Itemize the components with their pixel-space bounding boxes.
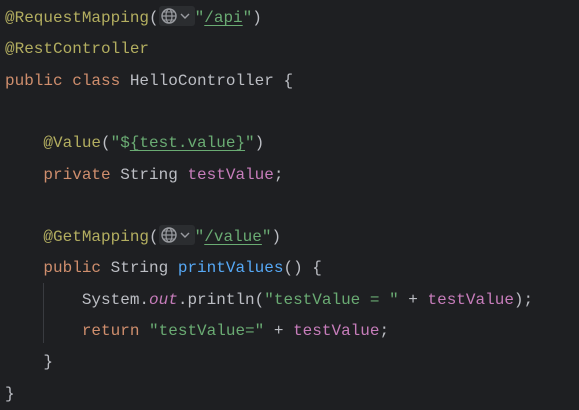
code-line-9: public String printValues() { bbox=[5, 253, 322, 284]
code-line-12: } bbox=[5, 347, 53, 378]
code-line-5: @Value("${test.value}") bbox=[5, 128, 264, 159]
token-plain: String bbox=[120, 165, 188, 184]
token-annotation: @RequestMapping bbox=[5, 9, 150, 27]
token-field: testValue bbox=[293, 322, 380, 340]
token-string: " bbox=[194, 9, 205, 27]
token-plain: ( bbox=[149, 9, 159, 27]
token-url[interactable]: {test.value} bbox=[130, 134, 245, 152]
code-line-6: private String testValue; bbox=[5, 160, 283, 191]
code-line-10: System.out.println("testValue = " + test… bbox=[5, 285, 533, 316]
token-string: "testValue = " bbox=[264, 290, 399, 309]
token-plain: String bbox=[110, 259, 178, 278]
token-string: "$ bbox=[110, 134, 130, 153]
token-field: testValue bbox=[187, 165, 274, 184]
code-line-11: return "testValue=" + testValue; bbox=[5, 316, 389, 347]
token-plain: ; bbox=[273, 165, 284, 184]
code-line-13: } bbox=[5, 379, 15, 410]
code-line-2: @RestController bbox=[5, 34, 149, 65]
token-plain: + bbox=[264, 322, 294, 340]
token-keyword: return bbox=[81, 322, 150, 340]
token-plain: ) bbox=[252, 9, 262, 27]
token-plain: .println( bbox=[177, 290, 265, 309]
token-string: "testValue=" bbox=[149, 322, 265, 340]
token-string: " bbox=[194, 228, 205, 247]
token-plain: } bbox=[5, 384, 15, 403]
token-keyword: private bbox=[43, 165, 121, 184]
token-plain: ) bbox=[254, 134, 265, 153]
token-string: " bbox=[242, 9, 253, 27]
url-inlay-hint-globe-icon[interactable] bbox=[158, 5, 195, 26]
token-plain: System. bbox=[5, 290, 150, 309]
token-plain: ( bbox=[101, 134, 111, 153]
code-editor[interactable]: @RequestMapping("/api") @RestController pu… bbox=[0, 0, 579, 410]
token-annotation: @Value bbox=[43, 134, 102, 153]
token-plain: ; bbox=[379, 322, 390, 340]
code-line-8: @GetMapping("/value") bbox=[5, 222, 281, 253]
token-plain: () { bbox=[283, 259, 322, 278]
token-plain: ) bbox=[271, 228, 282, 247]
token-method: printValues bbox=[177, 259, 284, 278]
token-keyword: public bbox=[43, 259, 111, 278]
token-annotation: @GetMapping bbox=[43, 228, 150, 247]
token-url[interactable]: /value bbox=[204, 228, 262, 246]
token-field: testValue bbox=[427, 290, 514, 309]
token-plain: HelloController { bbox=[129, 71, 294, 90]
token-plain: ); bbox=[513, 290, 534, 309]
token-keyword: public class bbox=[5, 71, 130, 90]
token-url[interactable]: /api bbox=[204, 9, 242, 27]
token-plain: + bbox=[398, 290, 428, 309]
token-annotation: @RestController bbox=[5, 40, 150, 59]
code-line-3: public class HelloController { bbox=[5, 66, 293, 97]
token-plain: ( bbox=[149, 228, 159, 247]
token-string: " bbox=[245, 134, 255, 153]
token-plain: } bbox=[5, 353, 54, 372]
code-line-1: @RequestMapping( "/api") bbox=[5, 3, 262, 34]
url-inlay-hint-globe-icon[interactable] bbox=[158, 224, 195, 245]
token-static-field: out bbox=[149, 290, 178, 309]
